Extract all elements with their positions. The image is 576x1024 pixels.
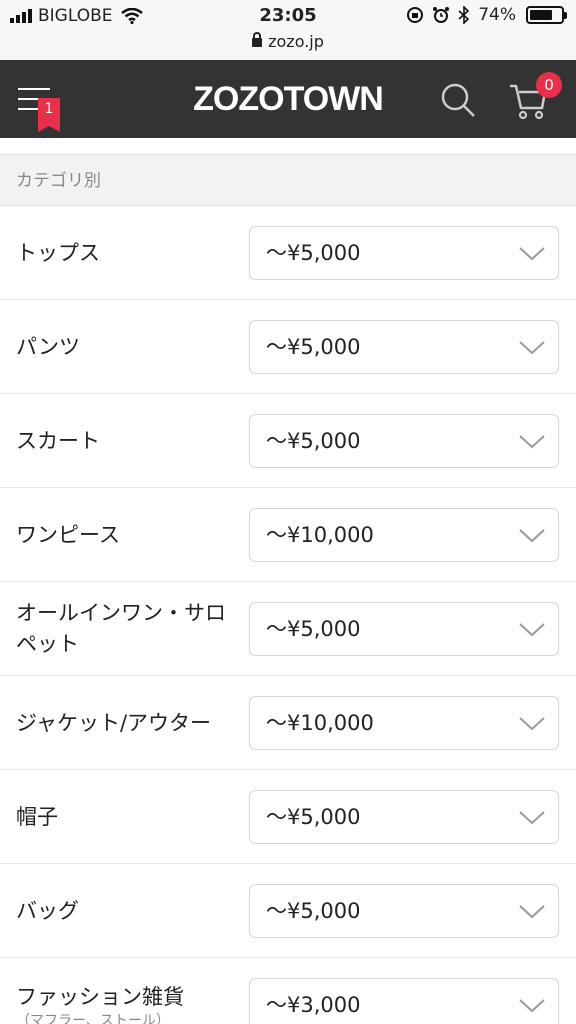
category-section-title: カテゴリ別 bbox=[0, 154, 576, 206]
cart-count-badge: 0 bbox=[536, 72, 562, 98]
chevron-down-icon bbox=[519, 999, 545, 1013]
category-label-text: パンツ bbox=[16, 334, 81, 359]
category-row: ワンピース 〜¥10,000 bbox=[0, 488, 576, 582]
category-row: 帽子 〜¥5,000 bbox=[0, 770, 576, 864]
bluetooth-icon bbox=[458, 6, 470, 24]
category-label: オールインワン・サロペット bbox=[16, 582, 236, 676]
chevron-down-icon bbox=[519, 811, 545, 825]
category-label-text: トップス bbox=[16, 240, 100, 265]
category-label-text: ファッション雑貨 bbox=[16, 984, 184, 1009]
url-domain: zozo.jp bbox=[268, 32, 324, 51]
price-select[interactable]: 〜¥5,000 bbox=[249, 884, 559, 938]
price-select-value: 〜¥10,000 bbox=[266, 523, 374, 547]
site-header: ZOZOTOWN bbox=[0, 60, 576, 138]
chevron-down-icon bbox=[519, 717, 545, 731]
url-bar[interactable]: zozo.jp bbox=[0, 32, 576, 60]
category-label: ジャケット/アウター bbox=[16, 676, 236, 770]
price-select-value: 〜¥5,000 bbox=[266, 805, 361, 829]
status-bar: BIGLOBE 23:05 74% bbox=[0, 0, 576, 32]
battery-icon bbox=[526, 6, 567, 24]
battery-percent: 74% bbox=[478, 5, 516, 25]
price-select-value: 〜¥5,000 bbox=[266, 241, 361, 265]
category-row: オールインワン・サロペット 〜¥5,000 bbox=[0, 582, 576, 676]
category-row: バッグ 〜¥5,000 bbox=[0, 864, 576, 958]
price-select-value: 〜¥5,000 bbox=[266, 617, 361, 641]
category-label-text: 帽子 bbox=[16, 804, 58, 829]
price-select[interactable]: 〜¥5,000 bbox=[249, 790, 559, 844]
status-right: 74% bbox=[406, 5, 567, 25]
category-label: ファッション雑貨 （マフラー、ストール） bbox=[16, 958, 236, 1024]
category-label-text: ワンピース bbox=[16, 522, 120, 547]
price-select[interactable]: 〜¥5,000 bbox=[249, 414, 559, 468]
site-logo[interactable]: ZOZOTOWN bbox=[0, 80, 576, 119]
alarm-icon bbox=[433, 7, 450, 23]
category-row: ファッション雑貨 （マフラー、ストール） 〜¥3,000 bbox=[0, 958, 576, 1024]
price-select[interactable]: 〜¥5,000 bbox=[249, 226, 559, 280]
category-label: バッグ bbox=[16, 864, 236, 958]
chevron-down-icon bbox=[519, 341, 545, 355]
price-select[interactable]: 〜¥5,000 bbox=[249, 320, 559, 374]
category-row: パンツ 〜¥5,000 bbox=[0, 300, 576, 394]
category-label: 帽子 bbox=[16, 770, 236, 864]
chevron-down-icon bbox=[519, 623, 545, 637]
chevron-down-icon bbox=[519, 435, 545, 449]
price-select[interactable]: 〜¥10,000 bbox=[249, 696, 559, 750]
price-select-value: 〜¥5,000 bbox=[266, 899, 361, 923]
category-label-text: ジャケット/アウター bbox=[16, 710, 212, 735]
orientation-lock-icon bbox=[407, 7, 424, 23]
category-label: パンツ bbox=[16, 300, 236, 394]
chevron-down-icon bbox=[519, 529, 545, 543]
category-sublabel: （マフラー、ストール） bbox=[16, 1012, 170, 1024]
lock-icon bbox=[252, 32, 263, 47]
price-select[interactable]: 〜¥10,000 bbox=[249, 508, 559, 562]
price-select[interactable]: 〜¥5,000 bbox=[249, 602, 559, 656]
category-label-text: スカート bbox=[16, 428, 100, 453]
search-button[interactable] bbox=[440, 82, 476, 118]
chevron-down-icon bbox=[519, 247, 545, 261]
price-select-value: 〜¥5,000 bbox=[266, 429, 361, 453]
price-select[interactable]: 〜¥3,000 bbox=[249, 978, 559, 1024]
price-select-value: 〜¥5,000 bbox=[266, 335, 361, 359]
price-select-value: 〜¥3,000 bbox=[266, 993, 361, 1017]
category-label-text: オールインワン・サロペット bbox=[16, 601, 226, 656]
category-label-text: バッグ bbox=[16, 898, 79, 923]
category-label: トップス bbox=[16, 206, 236, 300]
category-row: トップス 〜¥5,000 bbox=[0, 206, 576, 300]
category-row: スカート 〜¥5,000 bbox=[0, 394, 576, 488]
category-label: ワンピース bbox=[16, 488, 236, 582]
category-row: ジャケット/アウター 〜¥10,000 bbox=[0, 676, 576, 770]
chevron-down-icon bbox=[519, 905, 545, 919]
price-select-value: 〜¥10,000 bbox=[266, 711, 374, 735]
category-label: スカート bbox=[16, 394, 236, 488]
menu-badge: 1 bbox=[38, 98, 60, 132]
category-list: トップス 〜¥5,000 パンツ 〜¥5,000 スカート 〜¥5,000 ワン… bbox=[0, 206, 576, 1024]
search-icon bbox=[441, 83, 475, 117]
